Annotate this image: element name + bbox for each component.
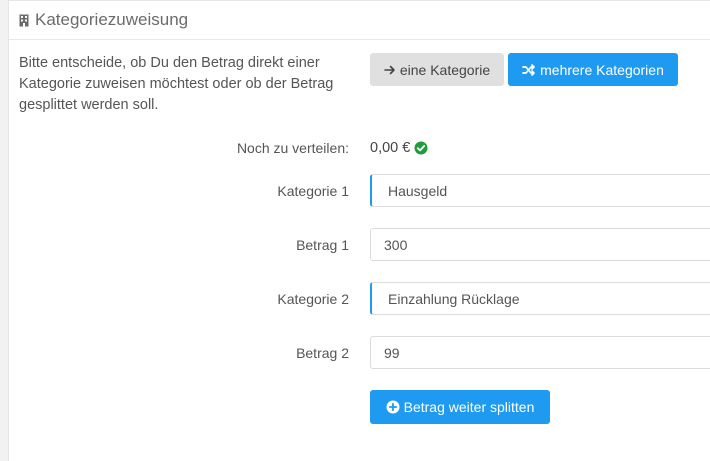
category-assignment-panel: Kategoriezuweisung Bitte entscheide, ob … (8, 0, 710, 461)
remaining-label: Noch zu verteilen: (236, 140, 349, 156)
intro-text: Bitte entscheide, ob Du den Betrag direk… (19, 55, 334, 113)
panel-title: Kategoriezuweisung (35, 10, 189, 29)
category-2-select[interactable]: Einzahlung Rücklage (370, 282, 710, 315)
one-category-label: eine Kategorie (399, 61, 491, 78)
multiple-categories-button[interactable]: mehrere Kategorien (508, 53, 678, 86)
category-2-label: Kategorie 2 (277, 291, 349, 307)
split-further-button[interactable]: Betrag weiter splitten (370, 390, 550, 424)
plus-circle-icon (386, 400, 400, 414)
multiple-categories-label: mehrere Kategorien (540, 61, 664, 78)
amount-2-label: Betrag 2 (296, 345, 349, 361)
amount-1-input[interactable]: 300 (370, 228, 710, 261)
amount-1-label: Betrag 1 (296, 237, 349, 253)
panel-header: Kategoriezuweisung (9, 1, 710, 40)
remaining-value-wrap: 0,00 € (370, 140, 428, 156)
amount-2-input[interactable]: 99 (370, 336, 710, 369)
shuffle-icon (522, 63, 536, 76)
category-1-select[interactable]: Hausgeld (370, 174, 710, 207)
building-icon (19, 14, 29, 27)
one-category-button[interactable]: eine Kategorie (370, 53, 504, 86)
remaining-value: 0,00 € (370, 140, 411, 156)
check-circle-icon (414, 141, 428, 155)
split-further-label: Betrag weiter splitten (403, 399, 535, 415)
category-1-label: Kategorie 1 (277, 183, 349, 199)
arrow-right-icon (384, 65, 396, 75)
